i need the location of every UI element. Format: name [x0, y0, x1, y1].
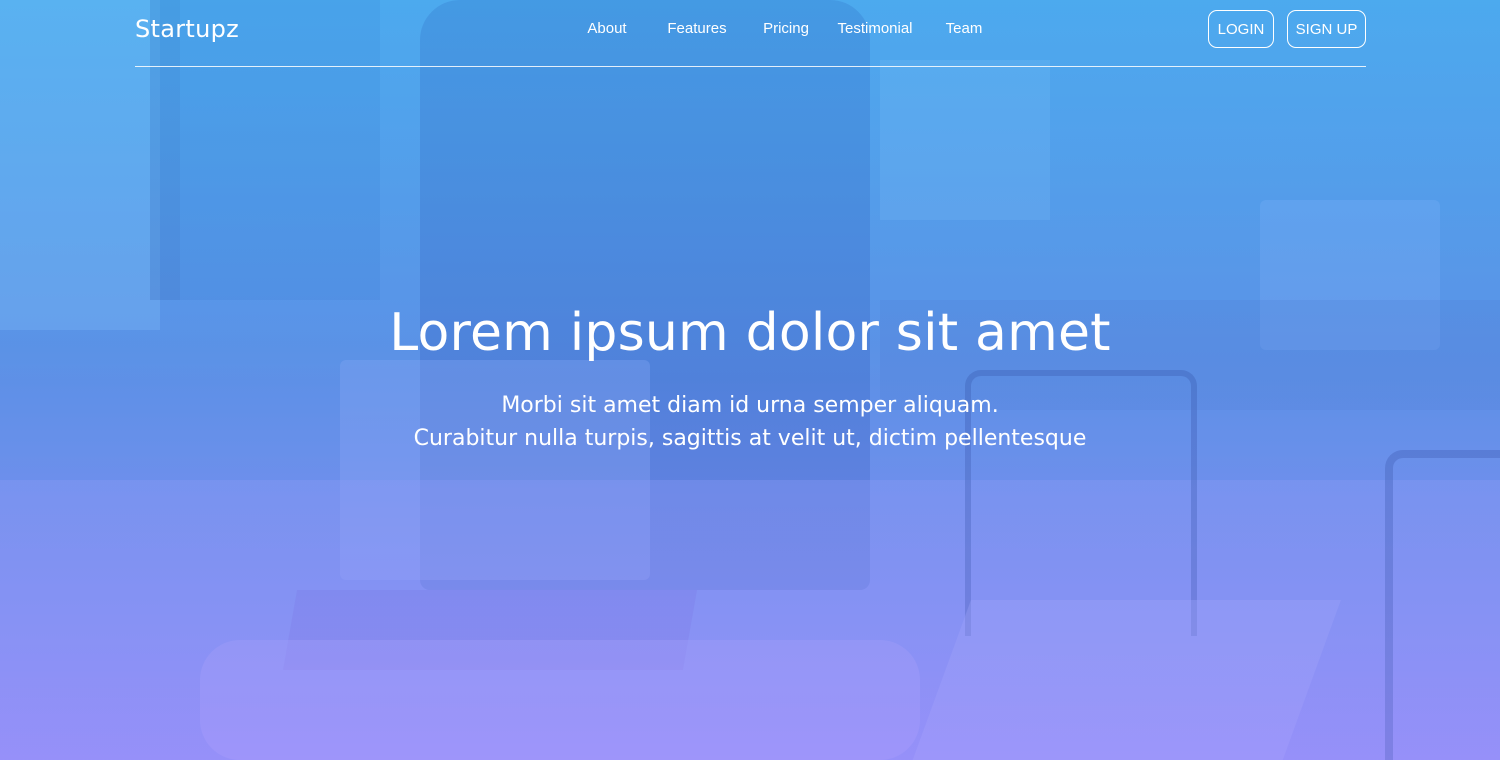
signup-button[interactable]: SIGN UP	[1287, 10, 1366, 48]
nav-links: About Features Pricing Testimonial Team	[566, 20, 1004, 37]
hero-section: Startupz About Features Pricing Testimon…	[0, 0, 1500, 760]
hero-title: Lorem ipsum dolor sit amet	[389, 303, 1111, 363]
auth-buttons: LOGIN SIGN UP	[1208, 10, 1366, 48]
nav-about-link[interactable]: About	[566, 20, 648, 37]
navbar: Startupz About Features Pricing Testimon…	[135, 0, 1366, 67]
login-button[interactable]: LOGIN	[1208, 10, 1274, 48]
nav-testimonial-link[interactable]: Testimonial	[826, 20, 924, 37]
nav-features-link[interactable]: Features	[648, 20, 746, 37]
hero-subtitle-line-1: Morbi sit amet diam id urna semper aliqu…	[501, 393, 999, 418]
hero-subtitle-line-2: Curabitur nulla turpis, sagittis at veli…	[413, 426, 1087, 451]
hero-subtitle: Morbi sit amet diam id urna semper aliqu…	[0, 389, 1500, 455]
hero-content: Lorem ipsum dolor sit amet Morbi sit ame…	[0, 303, 1500, 455]
nav-team-link[interactable]: Team	[924, 20, 1004, 37]
brand-logo[interactable]: Startupz	[135, 15, 239, 43]
nav-pricing-link[interactable]: Pricing	[746, 20, 826, 37]
